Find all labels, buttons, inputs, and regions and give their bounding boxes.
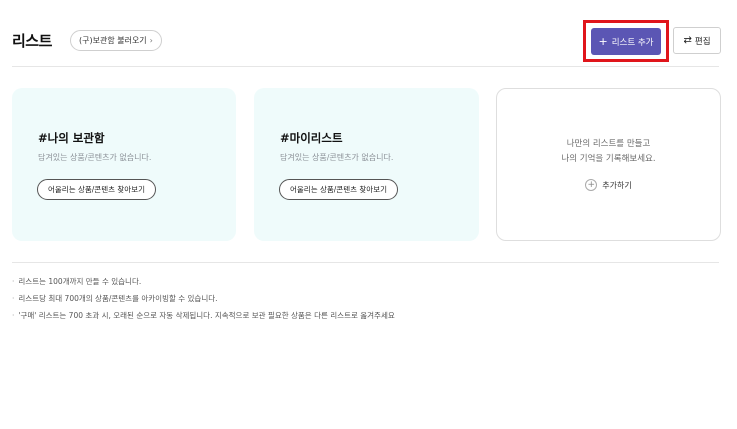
bullet: ·: [12, 294, 15, 303]
note-text: '구매' 리스트는 700 초과 시, 오래된 순으로 자동 삭제됩니다. 지속…: [18, 311, 395, 320]
plus-circle-icon: +: [585, 179, 598, 191]
add-list-label: 리스트 추가: [611, 37, 654, 48]
edit-button[interactable]: ⇄ 편집: [673, 27, 721, 54]
add-list-link-label: 추가하기: [602, 180, 632, 190]
new-list-message-line2: 나의 기억을 기록해보세요.: [561, 154, 656, 164]
chevron-right-icon: ›: [149, 36, 153, 45]
card-empty-text: 담겨있는 상품/콘텐츠가 없습니다.: [280, 153, 394, 162]
note-item: · 리스트는 100개까지 만들 수 있습니다.: [12, 273, 732, 290]
note-text: 리스트당 최대 700개의 상품/콘텐츠를 아카이빙할 수 있습니다.: [18, 294, 218, 303]
note-text: 리스트는 100개까지 만들 수 있습니다.: [18, 277, 142, 286]
find-content-button[interactable]: 어울리는 상품/콘텐츠 찾아보기: [279, 179, 398, 200]
legacy-archive-link[interactable]: (구)보관함 불러오기 ›: [70, 30, 162, 51]
notes-divider: [12, 262, 719, 263]
list-card-my-list[interactable]: #마이리스트 담겨있는 상품/콘텐츠가 없습니다. 어울리는 상품/콘텐츠 찾아…: [254, 88, 479, 241]
page-title: 리스트: [12, 32, 52, 50]
find-content-button[interactable]: 어울리는 상품/콘텐츠 찾아보기: [37, 179, 156, 200]
list-card-my-archive[interactable]: #나의 보관함 담겨있는 상품/콘텐츠가 없습니다. 어울리는 상품/콘텐츠 찾…: [12, 88, 236, 241]
add-list-link[interactable]: + 추가하기: [497, 179, 720, 191]
swap-icon: ⇄: [683, 35, 692, 46]
card-empty-text: 담겨있는 상품/콘텐츠가 없습니다.: [38, 153, 152, 162]
add-list-highlight: + 리스트 추가: [583, 20, 669, 62]
note-item: · 리스트당 최대 700개의 상품/콘텐츠를 아카이빙할 수 있습니다.: [12, 290, 732, 307]
bullet: ·: [12, 277, 15, 286]
new-list-message-line1: 나만의 리스트를 만들고: [566, 139, 651, 149]
new-list-card[interactable]: 나만의 리스트를 만들고 나의 기억을 기록해보세요. + 추가하기: [496, 88, 721, 241]
card-title: #나의 보관함: [38, 131, 105, 145]
legacy-archive-label: (구)보관함 불러오기: [79, 36, 147, 45]
note-item: · '구매' 리스트는 700 초과 시, 오래된 순으로 자동 삭제됩니다. …: [12, 307, 732, 324]
card-title: #마이리스트: [280, 131, 343, 145]
header-divider: [12, 66, 719, 67]
plus-icon: +: [598, 35, 608, 48]
notes-list: · 리스트는 100개까지 만들 수 있습니다. · 리스트당 최대 700개의…: [12, 273, 732, 324]
edit-label: 편집: [694, 36, 711, 47]
bullet: ·: [12, 311, 15, 320]
add-list-button[interactable]: + 리스트 추가: [591, 28, 661, 55]
